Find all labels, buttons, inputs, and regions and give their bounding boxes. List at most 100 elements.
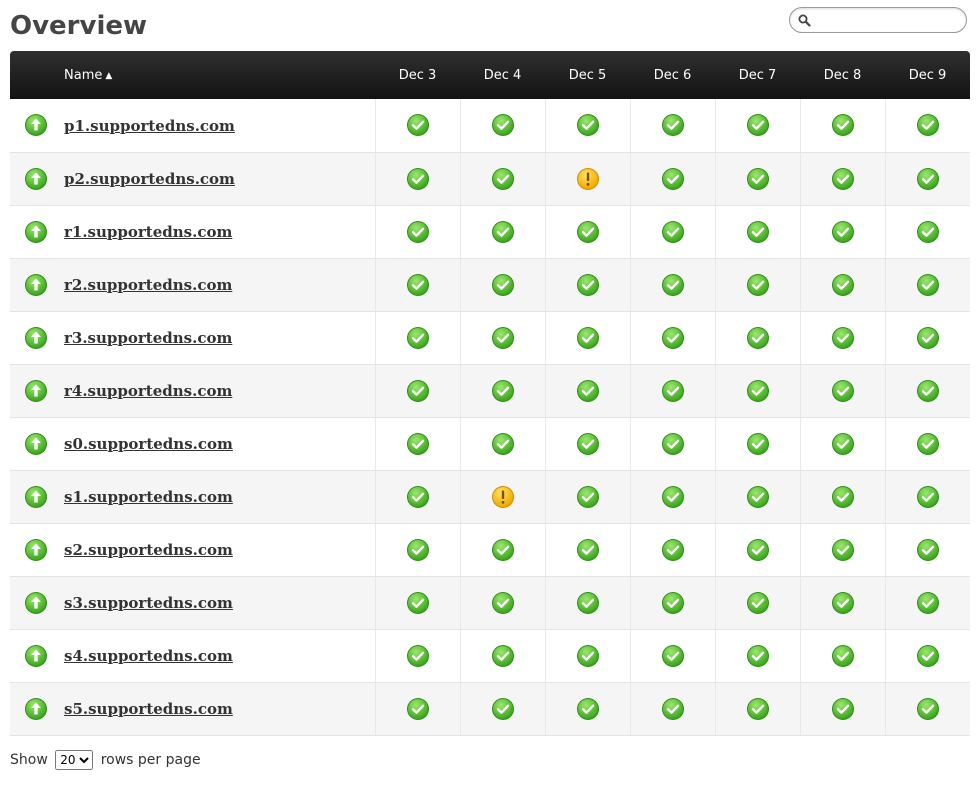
day-status-cell[interactable] <box>459 258 545 312</box>
day-status-cell[interactable] <box>629 523 715 577</box>
day-status-cell[interactable] <box>459 99 545 153</box>
day-status-cell[interactable] <box>374 576 460 630</box>
day-status-cell[interactable] <box>544 258 630 312</box>
host-link[interactable]: r2.supportedns.com <box>64 276 232 294</box>
day-status-cell[interactable] <box>544 576 630 630</box>
day-status-cell[interactable] <box>799 152 885 206</box>
day-status-cell[interactable] <box>374 258 460 312</box>
day-status-cell[interactable] <box>884 682 970 736</box>
host-link[interactable]: p2.supportedns.com <box>64 170 235 188</box>
host-link[interactable]: s3.supportedns.com <box>64 594 233 612</box>
day-status-cell[interactable] <box>884 576 970 630</box>
day-status-cell[interactable] <box>629 629 715 683</box>
host-link[interactable]: s4.supportedns.com <box>64 647 233 665</box>
day-status-cell[interactable] <box>714 576 800 630</box>
day-status-cell[interactable] <box>714 152 800 206</box>
host-link[interactable]: s2.supportedns.com <box>64 541 233 559</box>
day-status-cell[interactable] <box>629 682 715 736</box>
search-input[interactable] <box>814 11 958 29</box>
day-status-cell[interactable] <box>459 682 545 736</box>
day-status-cell[interactable] <box>884 258 970 312</box>
day-status-cell[interactable] <box>544 523 630 577</box>
day-status-cell[interactable] <box>459 417 545 471</box>
day-status-cell[interactable] <box>799 205 885 259</box>
day-status-cell[interactable] <box>799 682 885 736</box>
day-status-cell[interactable] <box>459 576 545 630</box>
day-status-cell[interactable] <box>884 311 970 365</box>
search-box[interactable] <box>789 7 967 33</box>
day-status-cell[interactable] <box>714 99 800 153</box>
day-status-cell[interactable] <box>374 417 460 471</box>
day-status-cell[interactable] <box>714 417 800 471</box>
day-status-cell[interactable] <box>884 364 970 418</box>
day-status-cell[interactable] <box>544 99 630 153</box>
host-link[interactable]: s5.supportedns.com <box>64 700 233 718</box>
day-status-cell[interactable] <box>374 311 460 365</box>
day-status-cell[interactable] <box>884 152 970 206</box>
day-status-cell[interactable] <box>544 152 630 206</box>
day-status-cell[interactable] <box>544 629 630 683</box>
day-status-cell[interactable] <box>459 364 545 418</box>
day-status-cell[interactable] <box>799 99 885 153</box>
host-link[interactable]: r4.supportedns.com <box>64 382 232 400</box>
day-status-cell[interactable] <box>714 258 800 312</box>
day-status-cell[interactable] <box>799 629 885 683</box>
day-status-cell[interactable] <box>544 364 630 418</box>
day-status-cell[interactable] <box>459 152 545 206</box>
day-status-cell[interactable] <box>459 629 545 683</box>
day-status-cell[interactable] <box>374 523 460 577</box>
rows-per-page-select[interactable]: 20 <box>55 750 94 770</box>
day-status-cell[interactable] <box>374 364 460 418</box>
day-status-cell[interactable] <box>799 576 885 630</box>
day-status-cell[interactable] <box>459 470 545 524</box>
day-status-cell[interactable] <box>714 523 800 577</box>
day-status-cell[interactable] <box>374 205 460 259</box>
day-status-cell[interactable] <box>629 99 715 153</box>
day-status-cell[interactable] <box>884 99 970 153</box>
day-status-cell[interactable] <box>629 311 715 365</box>
day-status-cell[interactable] <box>544 470 630 524</box>
day-status-cell[interactable] <box>884 470 970 524</box>
day-status-cell[interactable] <box>544 417 630 471</box>
day-status-cell[interactable] <box>799 417 885 471</box>
day-status-cell[interactable] <box>714 470 800 524</box>
name-column-header[interactable]: Name ▲ <box>64 51 375 99</box>
day-status-cell[interactable] <box>374 682 460 736</box>
day-status-cell[interactable] <box>629 470 715 524</box>
day-status-cell[interactable] <box>714 205 800 259</box>
day-status-cell[interactable] <box>459 311 545 365</box>
day-status-cell[interactable] <box>884 417 970 471</box>
day-status-cell[interactable] <box>799 470 885 524</box>
day-status-cell[interactable] <box>629 417 715 471</box>
day-status-cell[interactable] <box>714 311 800 365</box>
day-status-cell[interactable] <box>799 523 885 577</box>
host-link[interactable]: r1.supportedns.com <box>64 223 232 241</box>
day-status-cell[interactable] <box>459 205 545 259</box>
day-status-cell[interactable] <box>629 205 715 259</box>
day-status-cell[interactable] <box>374 470 460 524</box>
day-status-cell[interactable] <box>544 205 630 259</box>
day-status-cell[interactable] <box>544 311 630 365</box>
day-status-cell[interactable] <box>884 523 970 577</box>
day-status-cell[interactable] <box>799 311 885 365</box>
day-status-cell[interactable] <box>714 629 800 683</box>
day-status-cell[interactable] <box>459 523 545 577</box>
day-status-cell[interactable] <box>629 152 715 206</box>
day-status-cell[interactable] <box>714 364 800 418</box>
host-link[interactable]: r3.supportedns.com <box>64 329 232 347</box>
day-status-cell[interactable] <box>799 258 885 312</box>
day-status-cell[interactable] <box>884 205 970 259</box>
day-status-cell[interactable] <box>884 629 970 683</box>
host-link[interactable]: p1.supportedns.com <box>64 117 235 135</box>
day-status-cell[interactable] <box>374 99 460 153</box>
day-status-cell[interactable] <box>629 364 715 418</box>
day-status-cell[interactable] <box>629 258 715 312</box>
day-status-cell[interactable] <box>374 152 460 206</box>
host-link[interactable]: s0.supportedns.com <box>64 435 233 453</box>
day-status-cell[interactable] <box>799 364 885 418</box>
day-status-cell[interactable] <box>374 629 460 683</box>
day-status-cell[interactable] <box>629 576 715 630</box>
host-link[interactable]: s1.supportedns.com <box>64 488 233 506</box>
day-status-cell[interactable] <box>544 682 630 736</box>
day-status-cell[interactable] <box>714 682 800 736</box>
